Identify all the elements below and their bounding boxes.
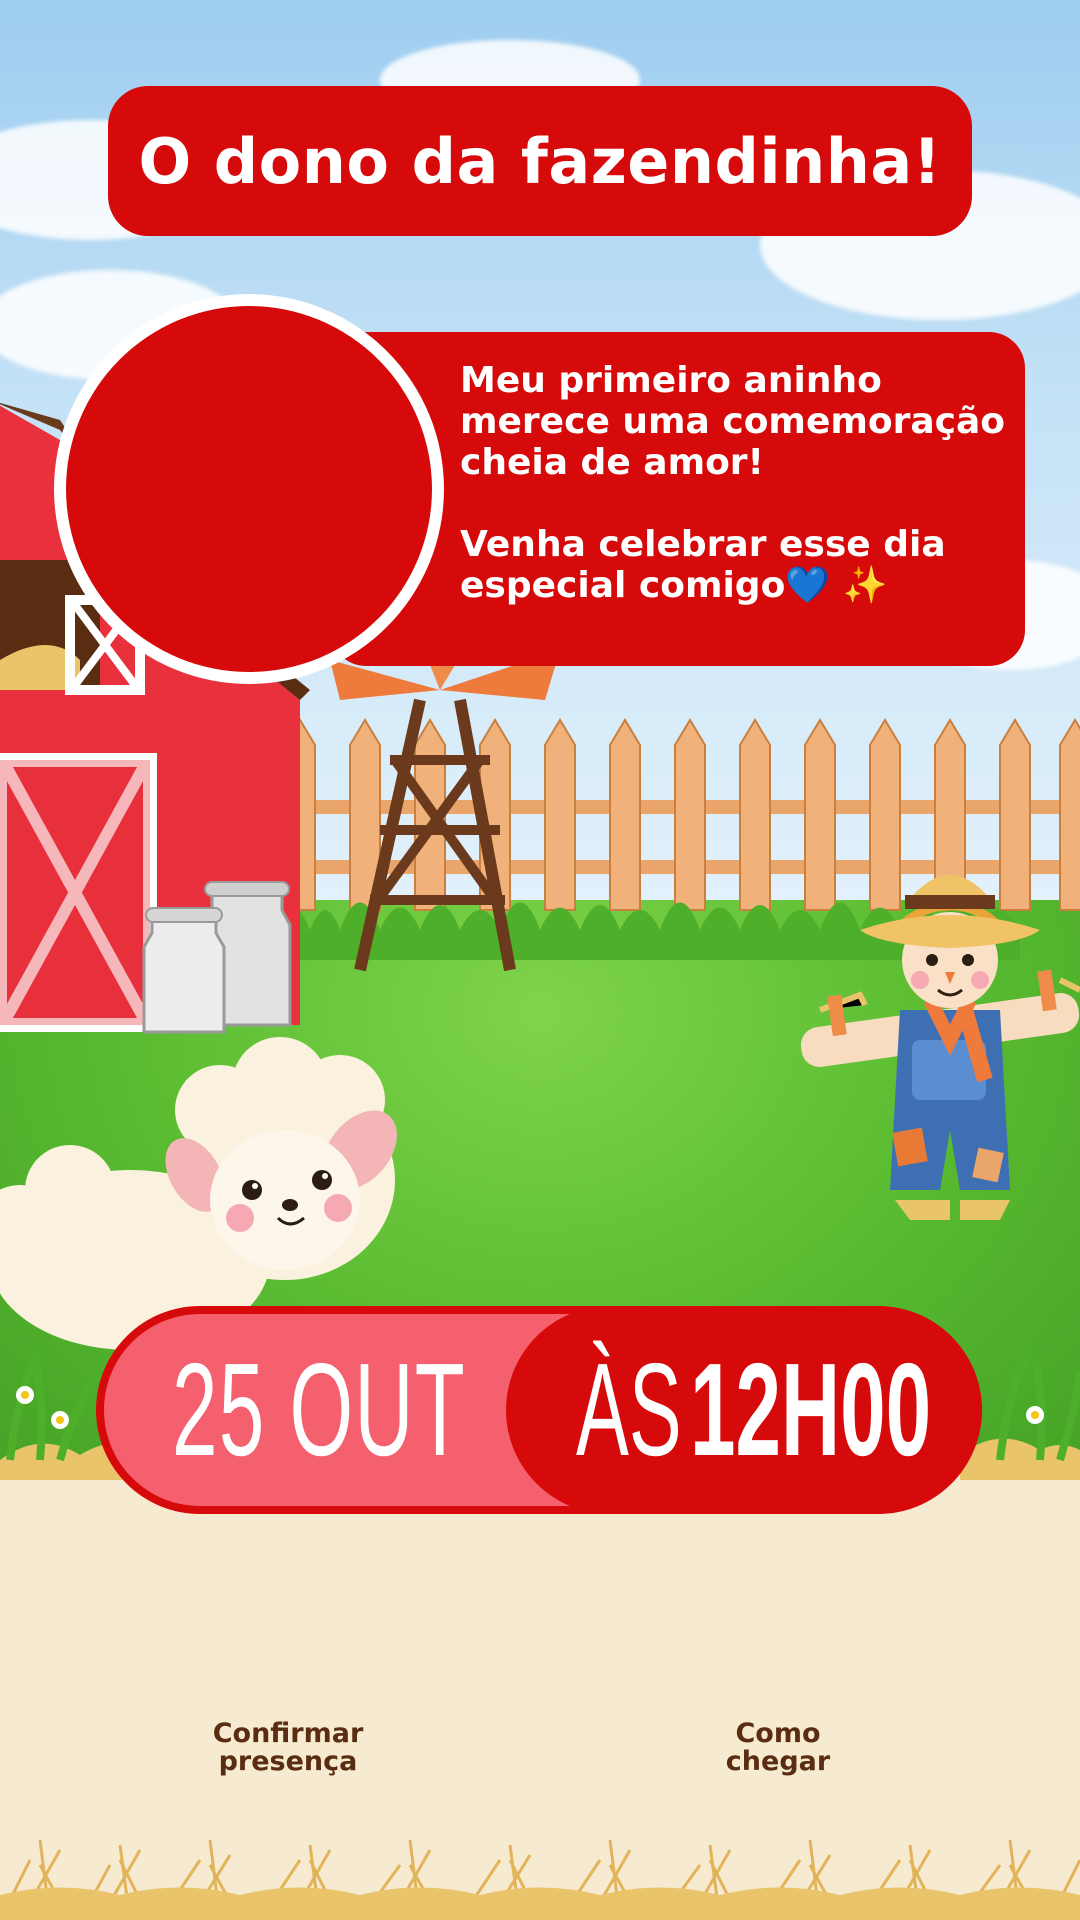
farm-illustration (0, 402, 1080, 1480)
confirm-attendance-label-line-2: presença (218, 1746, 358, 1777)
message-paragraph-2: Venha celebrar esse dia especial comigo💙… (460, 524, 1020, 606)
directions-label-line-2: chegar (725, 1746, 831, 1777)
directions-label-line-1: Como (735, 1718, 821, 1749)
title-banner: O dono da fazendinha! (108, 86, 972, 236)
message-paragraph-1: Meu primeiro aninho merece uma comemoraç… (460, 360, 1006, 483)
photo-frame (54, 294, 444, 684)
time-prefix: ÀS (576, 1336, 682, 1483)
event-date: 25 OUT (172, 1336, 466, 1483)
invitation-message: Meu primeiro aninho merece uma comemoraç… (460, 360, 1020, 606)
blue-heart-icon: 💙 (785, 565, 831, 606)
page-title: O dono da fazendinha! (138, 124, 942, 198)
directions-button[interactable]: Como chegar (648, 1720, 908, 1776)
sparkles-icon: ✨ (842, 565, 888, 606)
confirm-attendance-button[interactable]: Confirmar presença (158, 1720, 418, 1776)
event-time: 12H00 (690, 1336, 932, 1483)
confirm-attendance-label-line-1: Confirmar (212, 1718, 364, 1749)
farm-background (0, 0, 1080, 1920)
hay-border (0, 1839, 1080, 1920)
photo-placeholder (66, 306, 432, 672)
sheep-icon (0, 1037, 397, 1350)
